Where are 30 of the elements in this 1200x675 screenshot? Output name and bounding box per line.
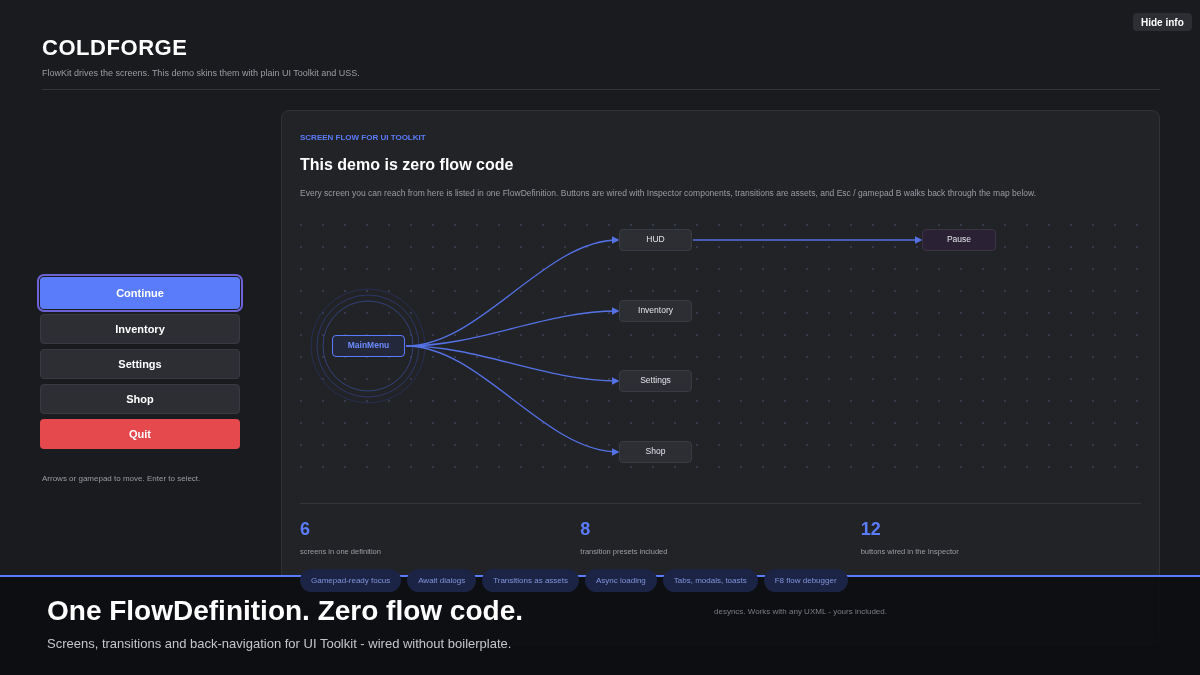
menu-hint: Arrows or gamepad to move. Enter to select. [42, 473, 202, 485]
banner-title: One FlowDefinition. Zero flow code. [47, 594, 523, 628]
menu-button[interactable]: Inventory [40, 314, 240, 344]
footnote: desyncs. Works with any UXML - yours included. [714, 606, 887, 618]
feature-pill: Gamepad-ready focus [300, 569, 402, 592]
screen-node: Inventory [619, 299, 692, 322]
screen-node: HUD [619, 228, 692, 251]
stat-value: 8 [580, 517, 592, 540]
menu-button[interactable]: Settings [40, 349, 240, 379]
menu-button[interactable]: Continue [40, 277, 240, 309]
screen-node: Settings [619, 369, 692, 392]
banner-subtitle: Screens, transitions and back-navigation for UI Toolkit - wired without boilerplate. [47, 635, 513, 653]
card-title: This demo is zero flow code [300, 155, 515, 175]
feature-pill: F8 flow debugger [763, 569, 848, 592]
eyebrow-label: SCREEN FLOW FOR UI TOOLKIT [300, 132, 427, 144]
stat-value: 6 [300, 517, 311, 540]
card-description: Every screen you can reach from here is listed in one FlowDefinition. Buttons are wired with Inspector components, transitions are assets, and Esc / gamepad B walks back through the map below. [300, 187, 1038, 200]
stat-value: 12 [860, 517, 882, 540]
start-node: MainMenu [332, 334, 405, 357]
modal-node: Pause [922, 228, 996, 251]
menu-button[interactable]: Shop [40, 384, 240, 414]
feature-pill: Async loading [585, 569, 657, 592]
app-subtitle: FlowKit drives the screens. This demo skins them with plain UI Toolkit and USS. [42, 67, 361, 80]
app-title: COLDFORGE [42, 36, 189, 60]
feature-pill: Transitions as assets [482, 569, 579, 592]
menu-button[interactable]: Quit [40, 419, 240, 449]
feature-pill: Tabs, modals, toasts [662, 569, 758, 592]
feature-pill: Await dialogs [407, 569, 477, 592]
hide-info-button[interactable]: Hide info [1133, 13, 1192, 31]
screen-node: Shop [619, 440, 692, 463]
